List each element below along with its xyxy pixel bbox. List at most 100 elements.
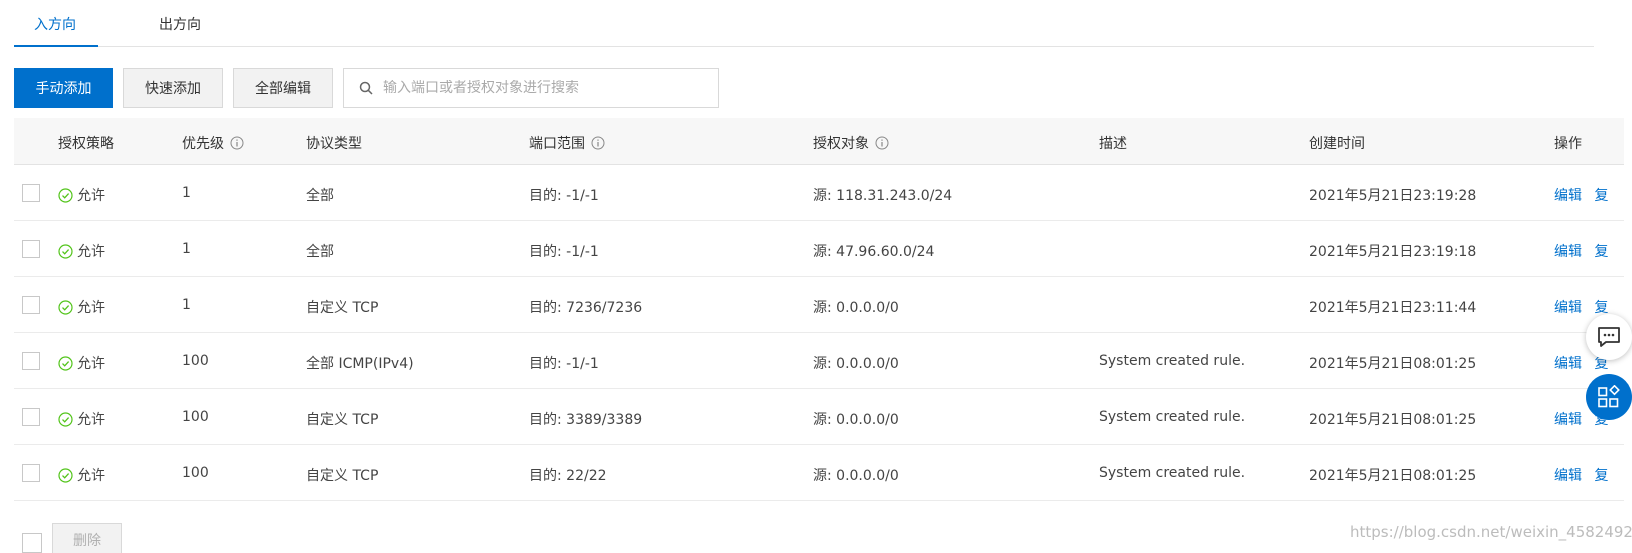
protocol-cell: 自定义 TCP: [306, 300, 379, 316]
priority-cell: 1: [182, 297, 191, 313]
edit-link[interactable]: 编辑: [1554, 468, 1582, 484]
edit-link[interactable]: 编辑: [1554, 244, 1582, 260]
direction-tabs: 入方向 出方向: [14, 0, 1594, 47]
auth-cell: 源: 0.0.0.0/0: [813, 468, 899, 484]
port-cell: 目的: 3389/3389: [529, 412, 643, 428]
table-row: 允许 1 全部 目的: -1/-1 源: 47.96.60.0/24 2021年…: [14, 221, 1624, 277]
active-tab-indicator: [14, 45, 98, 47]
copy-link[interactable]: 复: [1594, 188, 1608, 204]
copy-link[interactable]: 复: [1594, 468, 1608, 484]
policy-label: 允许: [77, 356, 105, 372]
table-row: 允许 100 自定义 TCP 目的: 3389/3389 源: 0.0.0.0/…: [14, 389, 1624, 445]
check-circle-icon: [58, 187, 73, 203]
protocol-cell: 全部: [306, 188, 334, 204]
row-checkbox[interactable]: [22, 184, 40, 202]
policy-cell: 允许: [58, 409, 105, 429]
op-cell: 编辑 复: [1554, 465, 1608, 485]
table-row: 允许 100 自定义 TCP 目的: 22/22 源: 0.0.0.0/0 Sy…: [14, 445, 1624, 501]
header-desc: 描述: [1099, 136, 1127, 152]
tab-outbound[interactable]: 出方向: [159, 14, 201, 34]
op-cell: 编辑 复: [1554, 297, 1608, 317]
auth-cell: 源: 0.0.0.0/0: [813, 412, 899, 428]
policy-cell: 允许: [58, 297, 105, 317]
header-port-label: 端口范围: [529, 136, 585, 152]
check-circle-icon: [58, 467, 73, 483]
auth-cell: 源: 118.31.243.0/24: [813, 188, 953, 204]
tab-inbound[interactable]: 入方向: [34, 14, 76, 34]
policy-cell: 允许: [58, 465, 105, 485]
apps-float-button[interactable]: [1586, 374, 1632, 420]
table-row: 允许 1 全部 目的: -1/-1 源: 118.31.243.0/24 202…: [14, 165, 1624, 221]
op-cell: 编辑 复: [1554, 241, 1608, 261]
row-checkbox[interactable]: [22, 240, 40, 258]
chat-icon: [1598, 327, 1620, 347]
protocol-cell: 全部 ICMP(IPv4): [306, 356, 414, 372]
header-auth-label: 授权对象: [813, 136, 869, 152]
check-circle-icon: [58, 299, 73, 315]
info-icon[interactable]: [591, 136, 605, 150]
policy-label: 允许: [77, 300, 105, 316]
search-input[interactable]: [383, 80, 703, 96]
port-cell: 目的: -1/-1: [529, 188, 599, 204]
desc-cell: System created rule.: [1099, 353, 1246, 369]
header-time: 创建时间: [1309, 136, 1365, 152]
auth-cell: 源: 0.0.0.0/0: [813, 300, 899, 316]
check-circle-icon: [58, 355, 73, 371]
time-cell: 2021年5月21日23:11:44: [1309, 300, 1477, 316]
policy-cell: 允许: [58, 353, 105, 373]
priority-cell: 100: [182, 409, 209, 425]
time-cell: 2021年5月21日08:01:25: [1309, 412, 1477, 428]
header-port: 端口范围: [529, 133, 605, 153]
priority-cell: 1: [182, 185, 191, 201]
protocol-cell: 全部: [306, 244, 334, 260]
quick-add-button[interactable]: 快速添加: [123, 68, 223, 108]
priority-cell: 1: [182, 241, 191, 257]
desc-cell: System created rule.: [1099, 465, 1246, 481]
protocol-cell: 自定义 TCP: [306, 468, 379, 484]
auth-cell: 源: 0.0.0.0/0: [813, 356, 899, 372]
port-cell: 目的: 22/22: [529, 468, 607, 484]
apps-icon: [1598, 385, 1620, 408]
time-cell: 2021年5月21日08:01:25: [1309, 468, 1477, 484]
policy-label: 允许: [77, 188, 105, 204]
table-row: 允许 100 全部 ICMP(IPv4) 目的: -1/-1 源: 0.0.0.…: [14, 333, 1624, 389]
time-cell: 2021年5月21日23:19:18: [1309, 244, 1477, 260]
header-policy: 授权策略: [58, 136, 114, 152]
edit-link[interactable]: 编辑: [1554, 356, 1582, 372]
edit-link[interactable]: 编辑: [1554, 412, 1582, 428]
port-cell: 目的: -1/-1: [529, 356, 599, 372]
policy-label: 允许: [77, 244, 105, 260]
info-icon[interactable]: [230, 136, 244, 150]
priority-cell: 100: [182, 465, 209, 481]
policy-label: 允许: [77, 468, 105, 484]
copy-link[interactable]: 复: [1594, 244, 1608, 260]
search-box: [343, 68, 719, 108]
op-cell: 编辑 复: [1554, 185, 1608, 205]
edit-link[interactable]: 编辑: [1554, 300, 1582, 316]
policy-cell: 允许: [58, 241, 105, 261]
delete-button[interactable]: 删除: [52, 523, 122, 553]
row-checkbox[interactable]: [22, 352, 40, 370]
time-cell: 2021年5月21日23:19:28: [1309, 188, 1477, 204]
priority-cell: 100: [182, 353, 209, 369]
edit-link[interactable]: 编辑: [1554, 188, 1582, 204]
port-cell: 目的: -1/-1: [529, 244, 599, 260]
row-checkbox[interactable]: [22, 296, 40, 314]
chat-float-button[interactable]: [1586, 314, 1632, 360]
select-all-checkbox[interactable]: [22, 533, 42, 553]
edit-all-button[interactable]: 全部编辑: [233, 68, 333, 108]
manual-add-button[interactable]: 手动添加: [14, 68, 113, 108]
row-checkbox[interactable]: [22, 408, 40, 426]
watermark: https://blog.csdn.net/weixin_45824920: [1350, 523, 1632, 541]
header-protocol: 协议类型: [306, 136, 362, 152]
search-icon: [359, 81, 373, 95]
info-icon[interactable]: [875, 136, 889, 150]
table-header: 授权策略 优先级 协议类型 端口范围 授权对象 描述 创建时间 操作: [14, 118, 1624, 165]
check-circle-icon: [58, 243, 73, 259]
policy-cell: 允许: [58, 185, 105, 205]
header-op: 操作: [1554, 136, 1582, 152]
security-rules-table: 授权策略 优先级 协议类型 端口范围 授权对象 描述 创建时间 操作 允许 1 …: [14, 118, 1624, 501]
header-priority: 优先级: [182, 133, 244, 153]
row-checkbox[interactable]: [22, 464, 40, 482]
policy-label: 允许: [77, 412, 105, 428]
